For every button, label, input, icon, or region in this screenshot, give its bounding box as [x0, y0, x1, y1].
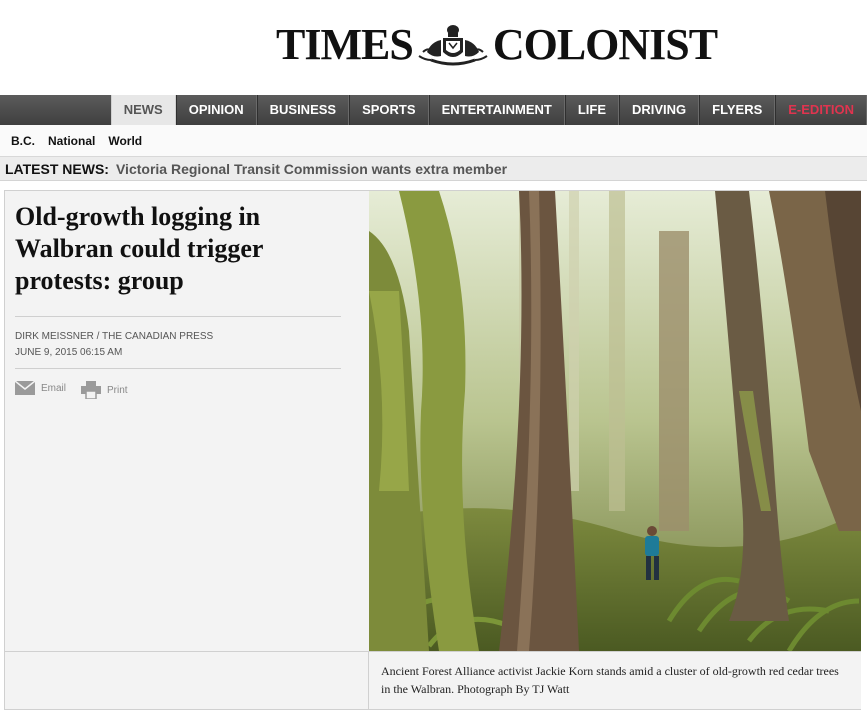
main-nav: NEWS OPINION BUSINESS SPORTS ENTERTAINME… — [0, 95, 867, 125]
subnav-world[interactable]: World — [108, 134, 142, 148]
nav-sports[interactable]: SPORTS — [349, 95, 429, 125]
nav-entertainment[interactable]: ENTERTAINMENT — [428, 95, 565, 125]
forest-photo-illustration — [369, 191, 861, 651]
print-button[interactable]: Print — [81, 381, 128, 399]
sub-nav: B.C. National World — [0, 125, 867, 157]
logo-word-colonist: COLONIST — [492, 20, 718, 69]
latest-news-headline[interactable]: Victoria Regional Transit Commission wan… — [116, 161, 507, 177]
envelope-icon — [15, 381, 35, 395]
article-card: Old-growth logging in Walbran could trig… — [4, 190, 861, 710]
article-headline: Old-growth logging in Walbran could trig… — [15, 202, 263, 295]
divider — [15, 316, 341, 317]
site-logo[interactable]: TIMES COLONIST — [276, 20, 718, 69]
latest-news-label: LATEST NEWS: — [5, 160, 109, 177]
logo-word-times: TIMES — [276, 20, 414, 69]
email-share-button[interactable]: Email — [15, 381, 66, 395]
subnav-national[interactable]: National — [48, 134, 95, 148]
latest-news-bar: LATEST NEWS: Victoria Regional Transit C… — [0, 157, 867, 181]
nav-opinion[interactable]: OPINION — [175, 95, 257, 125]
nav-e-edition[interactable]: E-EDITION — [775, 95, 867, 125]
article-header: Old-growth logging in Walbran could trig… — [5, 191, 369, 651]
article-byline: DIRK MEISSNER / THE CANADIAN PRESS — [15, 331, 214, 342]
email-label: Email — [41, 382, 67, 394]
printer-icon — [81, 381, 101, 399]
masthead: TIMES COLONIST — [0, 0, 867, 95]
nav-news[interactable]: NEWS — [110, 95, 176, 125]
caption-spacer — [5, 651, 369, 709]
crest-icon — [418, 25, 488, 66]
photo-caption: Ancient Forest Alliance activist Jackie … — [369, 651, 861, 709]
divider — [15, 368, 341, 369]
nav-life[interactable]: LIFE — [564, 95, 619, 125]
nav-flyers[interactable]: FLYERS — [699, 95, 776, 125]
subnav-bc[interactable]: B.C. — [11, 134, 35, 148]
article-photo[interactable] — [369, 191, 861, 651]
article-dateline: JUNE 9, 2015 06:15 AM — [15, 347, 123, 358]
print-label: Print — [107, 384, 128, 396]
nav-business[interactable]: BUSINESS — [256, 95, 350, 125]
nav-driving[interactable]: DRIVING — [619, 95, 700, 125]
